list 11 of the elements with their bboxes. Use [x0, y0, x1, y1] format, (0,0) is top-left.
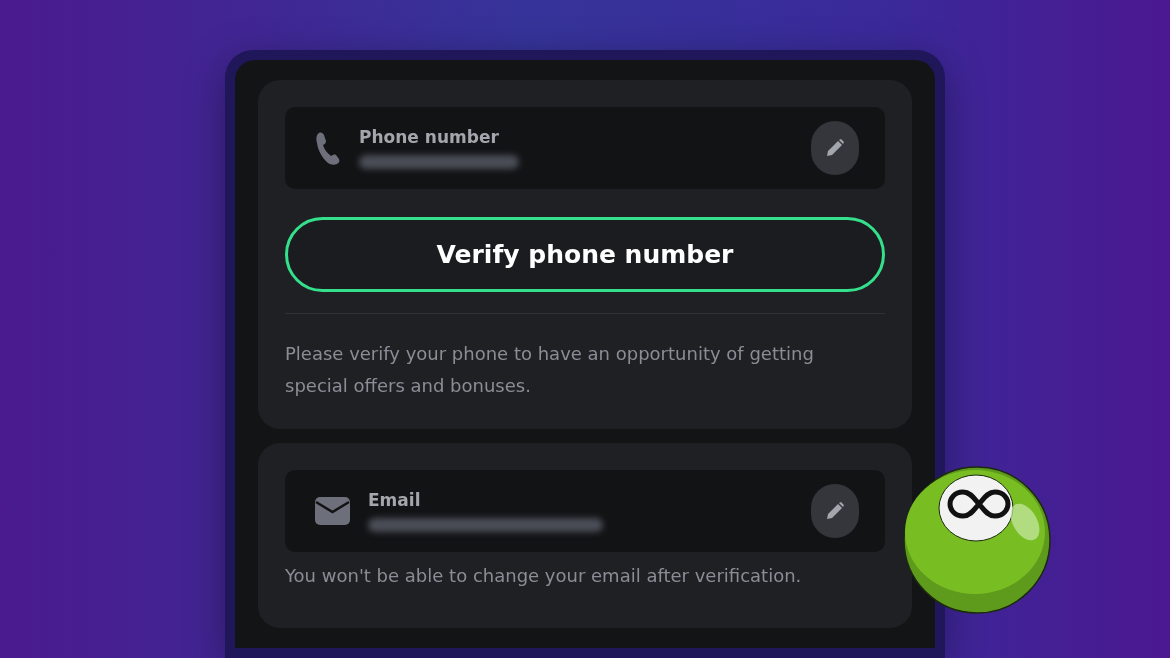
info-text: Please verify your phone to have an opportunity of getting special offers and bonuses. [285, 342, 815, 398]
verify-button[interactable]: Verify phone number [285, 217, 885, 292]
field-label: Phone number [359, 126, 500, 148]
phone-icon [315, 131, 341, 165]
edit-icon [825, 501, 845, 521]
edit-icon [825, 138, 845, 158]
mail-icon [315, 497, 350, 525]
info-text: You won't be able to change your email after verification. [285, 564, 803, 588]
field-label: Email [368, 489, 422, 511]
edit-button[interactable] [811, 121, 859, 175]
edit-button[interactable] [811, 484, 859, 538]
